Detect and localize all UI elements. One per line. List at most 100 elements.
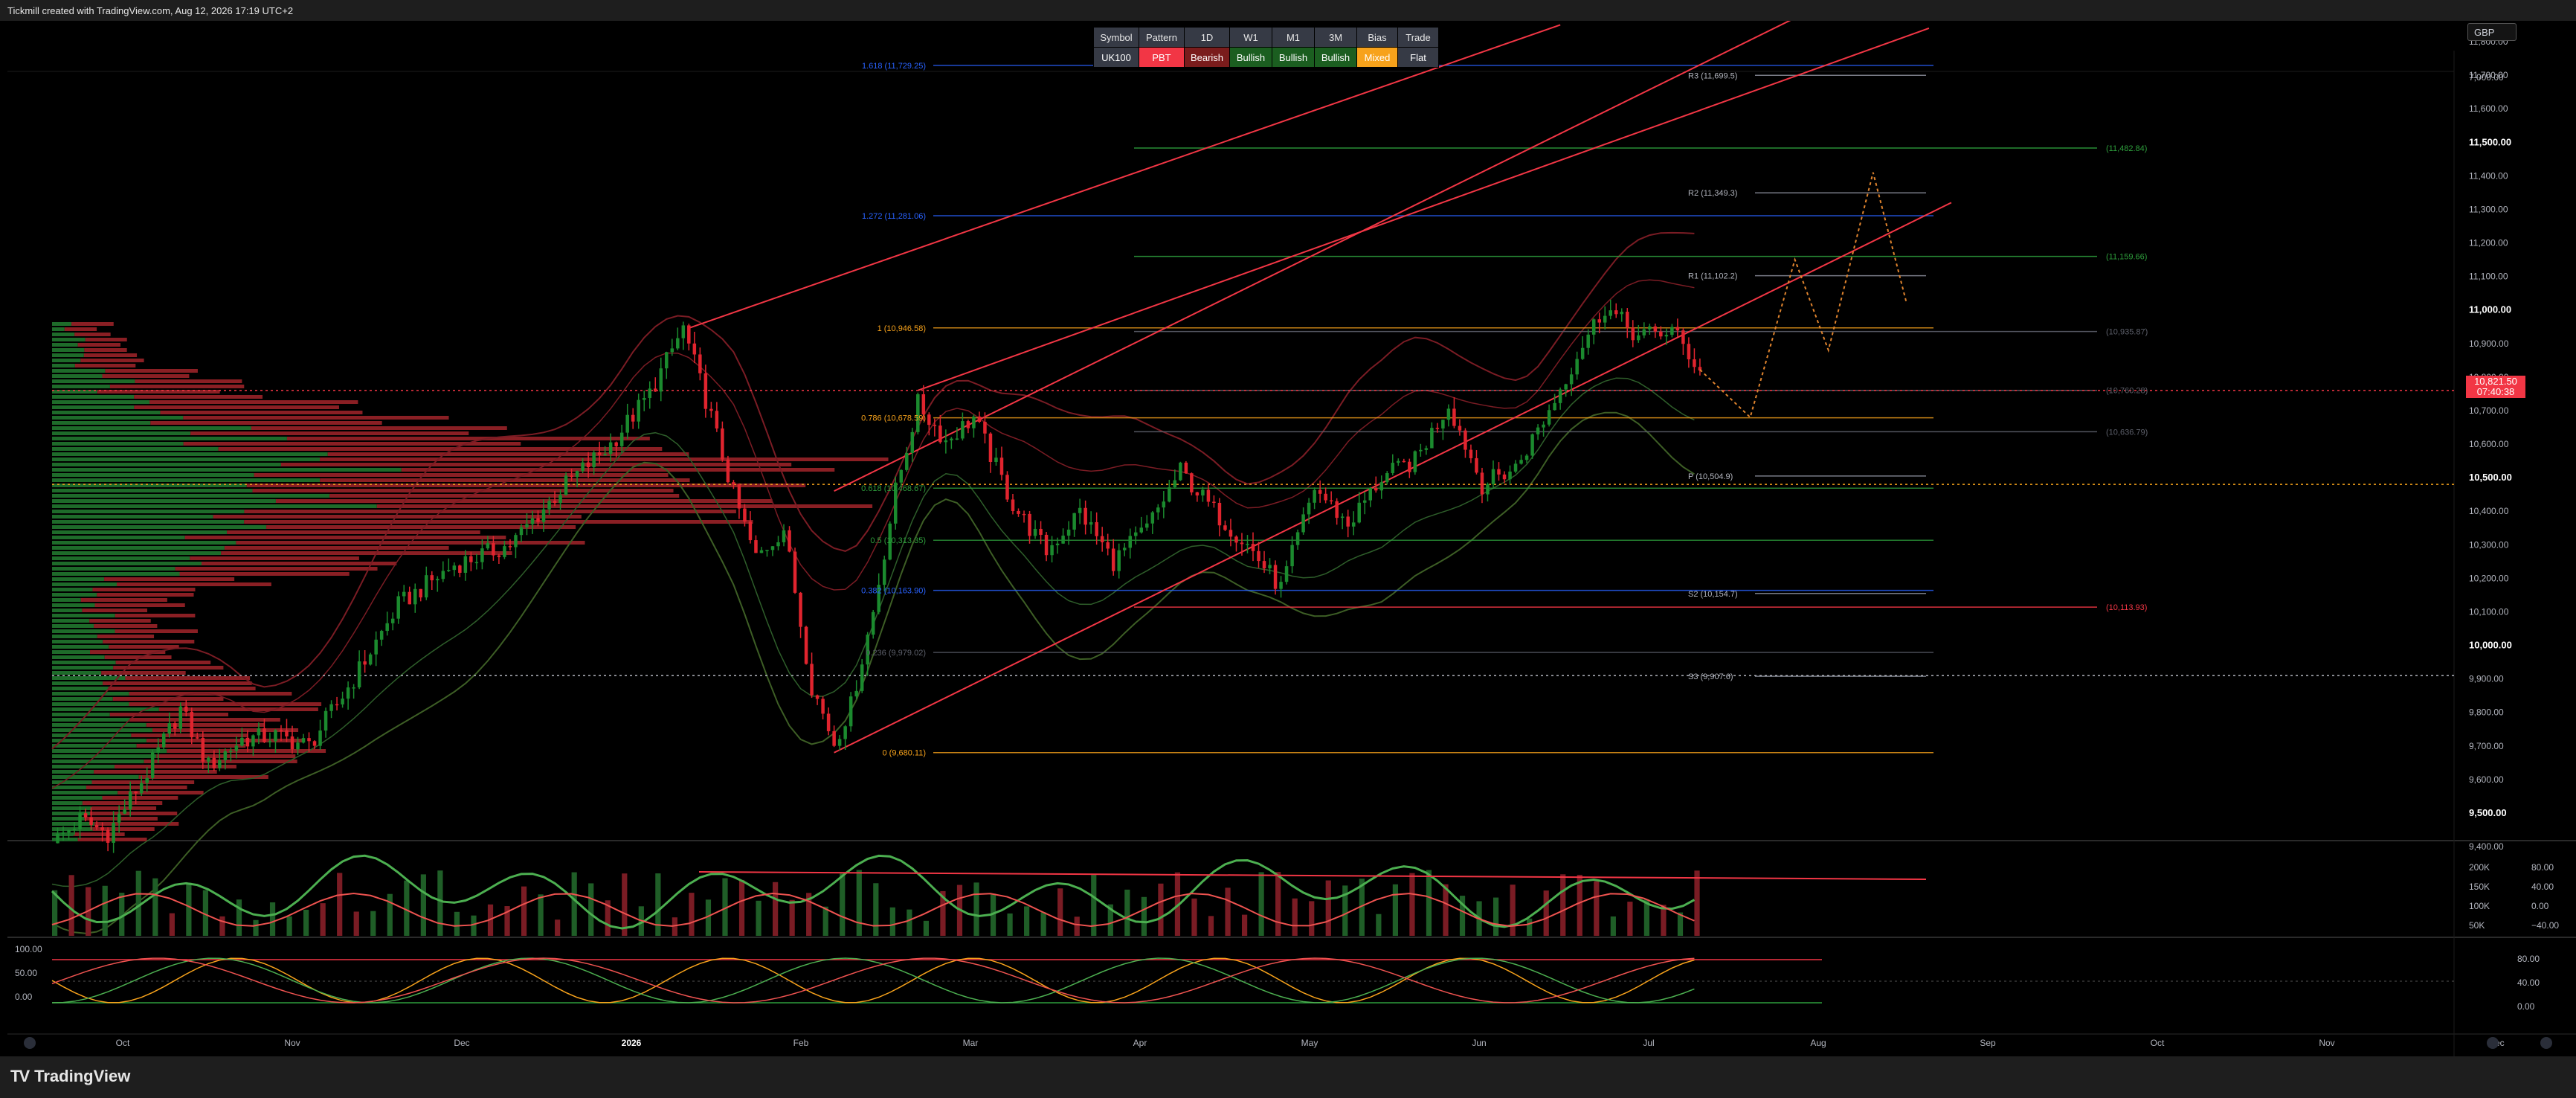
candle bbox=[961, 421, 965, 439]
candle bbox=[145, 777, 149, 783]
volume-profile-bar bbox=[227, 530, 480, 534]
volume-bar bbox=[102, 885, 108, 936]
candle bbox=[1642, 329, 1646, 336]
volume-profile-bar bbox=[160, 411, 363, 414]
price-tick: 11,100.00 bbox=[2469, 272, 2508, 282]
volume-bar bbox=[1191, 898, 1197, 936]
candle bbox=[301, 738, 306, 743]
volume-profile-bar bbox=[52, 692, 129, 696]
candle bbox=[782, 530, 786, 542]
candle bbox=[726, 459, 730, 483]
volume-bar bbox=[1376, 914, 1382, 936]
volume-bar bbox=[856, 870, 862, 936]
candle bbox=[100, 827, 104, 830]
volume-profile-bar bbox=[52, 713, 110, 716]
candle bbox=[1190, 473, 1194, 492]
candle bbox=[1072, 513, 1076, 530]
time-tick: Apr bbox=[1133, 1038, 1147, 1048]
candle bbox=[1100, 536, 1104, 542]
candle bbox=[1212, 501, 1216, 503]
bias-header-cell: Pattern bbox=[1139, 27, 1185, 48]
candle bbox=[1391, 463, 1395, 474]
bottom-bar: TV TradingView bbox=[0, 1056, 2576, 1098]
volume-profile-bar bbox=[52, 687, 109, 690]
candle bbox=[1217, 502, 1222, 526]
candle bbox=[1659, 331, 1663, 337]
volume-bar bbox=[840, 873, 846, 936]
osc-left-tick: 200K bbox=[2469, 862, 2490, 873]
volume-profile-bar bbox=[218, 447, 663, 451]
candle bbox=[570, 475, 573, 478]
candle bbox=[1145, 523, 1149, 528]
volume-bar bbox=[889, 907, 895, 936]
candle bbox=[1575, 359, 1579, 375]
volume-bar bbox=[873, 883, 879, 936]
volume-bar bbox=[1057, 888, 1063, 936]
candle bbox=[1150, 512, 1155, 524]
time-tick: May bbox=[1301, 1038, 1318, 1048]
price-chart[interactable]: 1 (10,946.58) 0.786 (10,678.59) 0.618 (10,… bbox=[0, 21, 2576, 1056]
candle bbox=[1044, 534, 1049, 556]
candle bbox=[1234, 536, 1238, 543]
target-label: (11,159.66) bbox=[2106, 253, 2147, 262]
volume-profile-bar bbox=[109, 645, 179, 649]
volume-profile-bar bbox=[52, 411, 161, 414]
candle bbox=[821, 699, 825, 714]
currency-selector[interactable]: GBP bbox=[2467, 23, 2517, 41]
candle bbox=[709, 408, 713, 411]
candle bbox=[207, 757, 210, 762]
candle bbox=[955, 438, 959, 440]
volume-profile-bar bbox=[52, 572, 180, 576]
volume-profile-bar bbox=[102, 796, 178, 800]
candle bbox=[642, 397, 646, 400]
volume-profile-bar bbox=[52, 770, 94, 774]
tradingview-mark-icon: TV bbox=[10, 1067, 30, 1085]
candle bbox=[715, 411, 719, 428]
volume-bar bbox=[655, 873, 661, 936]
volume-profile-bar bbox=[52, 405, 135, 409]
candle bbox=[385, 623, 389, 632]
volume-bar bbox=[471, 915, 477, 936]
candle bbox=[748, 521, 753, 541]
volume-bar bbox=[571, 872, 577, 936]
volume-profile-bar bbox=[52, 327, 65, 331]
candle bbox=[603, 454, 607, 455]
candle bbox=[508, 546, 512, 548]
candle bbox=[1028, 513, 1031, 536]
volume-profile-bar bbox=[105, 369, 198, 373]
volume-profile-bar bbox=[52, 666, 114, 670]
candle bbox=[905, 452, 909, 470]
candle bbox=[1553, 402, 1556, 411]
volume-bar bbox=[822, 906, 828, 936]
volume-bar bbox=[555, 919, 561, 936]
candle bbox=[1614, 310, 1618, 315]
candle bbox=[341, 699, 344, 704]
volume-bar bbox=[1007, 913, 1013, 936]
candle bbox=[614, 442, 618, 446]
volume-profile-bar bbox=[275, 499, 773, 503]
volume-profile-bar bbox=[52, 489, 253, 492]
price-tick: 9,800.00 bbox=[2469, 707, 2504, 718]
time-tick: Nov bbox=[2319, 1038, 2334, 1048]
candle bbox=[274, 730, 277, 742]
volume-bar bbox=[1158, 883, 1164, 936]
candle bbox=[972, 416, 976, 428]
volume-profile-bar bbox=[52, 598, 81, 602]
candle bbox=[1313, 489, 1316, 503]
candle bbox=[1089, 521, 1093, 525]
pivot-label: S2 (10,154.7) bbox=[1688, 590, 1738, 599]
candle bbox=[469, 556, 473, 562]
volume-profile-bar bbox=[103, 640, 195, 643]
bias-header-cell: 1D bbox=[1184, 27, 1230, 48]
candle bbox=[497, 555, 501, 557]
candle bbox=[1246, 544, 1249, 545]
volume-profile-bar bbox=[52, 744, 137, 748]
candle bbox=[703, 373, 708, 409]
volume-bar bbox=[1309, 901, 1315, 936]
candle bbox=[1609, 310, 1612, 316]
volume-profile-bar bbox=[52, 551, 222, 555]
candle bbox=[245, 737, 250, 747]
volume-profile-bar bbox=[52, 385, 110, 388]
candle bbox=[357, 661, 361, 688]
last-price-value: 10,821.50 bbox=[2474, 376, 2517, 387]
